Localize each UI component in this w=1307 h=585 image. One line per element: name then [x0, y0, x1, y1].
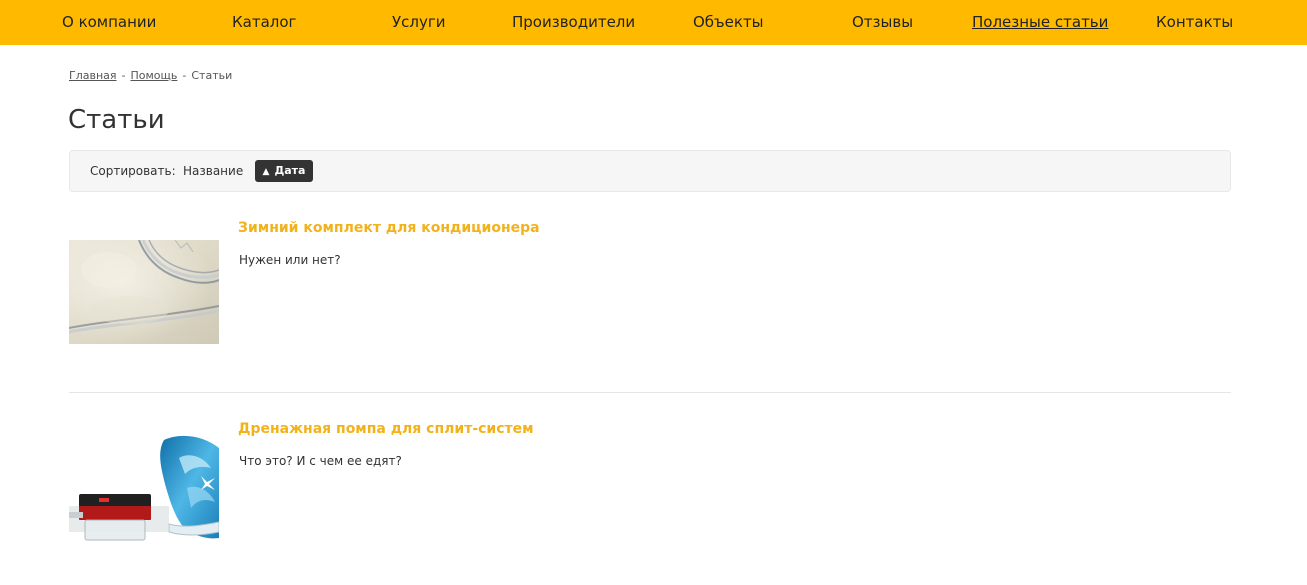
nav-item-catalog[interactable]: Каталог [232, 12, 296, 32]
drain-pump-water-image [69, 428, 219, 550]
breadcrumb-separator: - [121, 69, 126, 82]
breadcrumb-link-home[interactable]: Главная [69, 69, 117, 82]
article-title-winter-kit[interactable]: Зимний комплект для кондиционера [238, 219, 540, 237]
nav-item-contacts[interactable]: Контакты [1156, 12, 1233, 32]
sort-label: Сортировать: [90, 164, 176, 178]
nav-item-articles[interactable]: Полезные статьи [972, 12, 1108, 32]
article-title-drain-pump[interactable]: Дренажная помпа для сплит-систем [238, 420, 534, 438]
article-description-winter-kit: Нужен или нет? [239, 253, 341, 267]
top-navigation: О компании Каталог Услуги Производители … [0, 0, 1307, 45]
article-description-drain-pump: Что это? И с чем ее едят? [239, 454, 402, 468]
sort-bar: Сортировать: Название ▲ Дата [69, 150, 1231, 192]
breadcrumb-separator: - [182, 69, 187, 82]
nav-item-about[interactable]: О компании [62, 12, 156, 32]
breadcrumb-link-help[interactable]: Помощь [131, 69, 178, 82]
breadcrumb: Главная - Помощь - Статьи [69, 69, 232, 83]
page-title: Статьи [68, 105, 165, 135]
triangle-up-icon: ▲ [262, 167, 270, 177]
sort-by-name-button[interactable]: Название [183, 164, 243, 178]
article-divider [69, 392, 1231, 393]
nav-item-brands[interactable]: Производители [512, 12, 635, 32]
nav-item-reviews[interactable]: Отзывы [852, 12, 913, 32]
breadcrumb-current: Статьи [191, 69, 233, 82]
sort-by-date-button[interactable]: ▲ Дата [255, 160, 313, 182]
nav-item-projects[interactable]: Объекты [693, 12, 764, 32]
frosted-fan-image [69, 240, 219, 344]
article-thumbnail-winter-kit[interactable] [69, 240, 219, 344]
sort-by-date-label: Дата [274, 164, 306, 177]
nav-item-services[interactable]: Услуги [392, 12, 445, 32]
article-thumbnail-drain-pump[interactable] [69, 428, 219, 550]
